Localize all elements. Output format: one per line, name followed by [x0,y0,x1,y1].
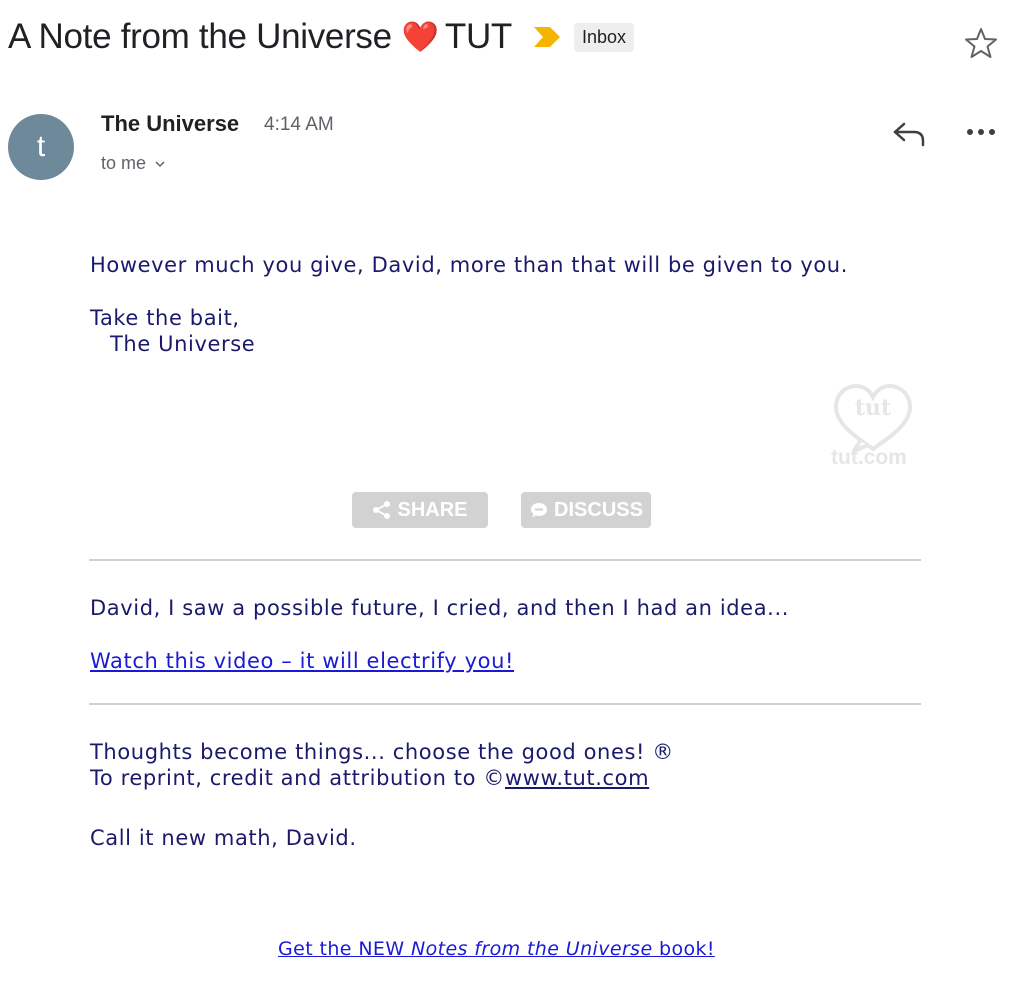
chevron-down-icon [155,160,165,167]
email-subject: A Note from the Universe ❤️ TUT [8,17,512,57]
book-link-suffix: book! [652,938,715,960]
recipient-toggle[interactable]: to me [101,153,166,174]
closing-text: Call it new math, David. [90,826,357,850]
thoughts-text: Thoughts become things... choose the goo… [90,740,674,764]
book-link-title: Notes from the Universe [410,938,653,960]
subject-row: A Note from the Universe ❤️ TUT Inbox [8,12,1024,62]
logo-text: tut [855,395,892,421]
tut-website-link[interactable]: www.tut.com [505,766,649,790]
reprint-prefix: To reprint, credit and attribution to © [90,766,505,790]
divider-bottom [89,703,921,705]
more-options-icon[interactable] [964,122,998,142]
share-label: SHARE [397,498,468,521]
importance-marker-icon[interactable] [532,24,562,50]
recipient-label: to me [101,153,147,173]
share-button[interactable]: SHARE [352,492,488,528]
message-time: 4:14 AM [264,114,334,135]
divider-top [89,559,921,561]
tut-domain-label: tut.com [831,446,907,469]
discuss-button[interactable]: DISCUSS [521,492,651,528]
sender-name[interactable]: The Universe [101,111,239,137]
reply-icon[interactable] [890,118,928,148]
inbox-label-badge[interactable]: Inbox [574,22,635,52]
sender-avatar[interactable]: t [8,114,74,180]
reprint-line: To reprint, credit and attribution to ©w… [90,766,649,790]
book-link-prefix: Get the NEW [278,938,411,960]
heart-icon: ❤️ [401,21,439,54]
note-text: However much you give, David, more than … [90,253,848,277]
subject-suffix: TUT [444,17,513,56]
discuss-label: DISCUSS [554,498,643,521]
signoff-line1: Take the bait, [90,306,240,330]
video-link[interactable]: Watch this video – it will electrify you… [90,649,514,673]
star-icon[interactable] [964,26,998,60]
book-link[interactable]: Get the NEW Notes from the Universe book… [278,938,715,960]
signoff-line2: The Universe [110,332,256,356]
share-icon [373,501,391,519]
idea-text: David, I saw a possible future, I cried,… [90,596,789,620]
chat-bubble-icon [531,503,548,518]
subject-prefix: A Note from the Universe [8,17,392,56]
